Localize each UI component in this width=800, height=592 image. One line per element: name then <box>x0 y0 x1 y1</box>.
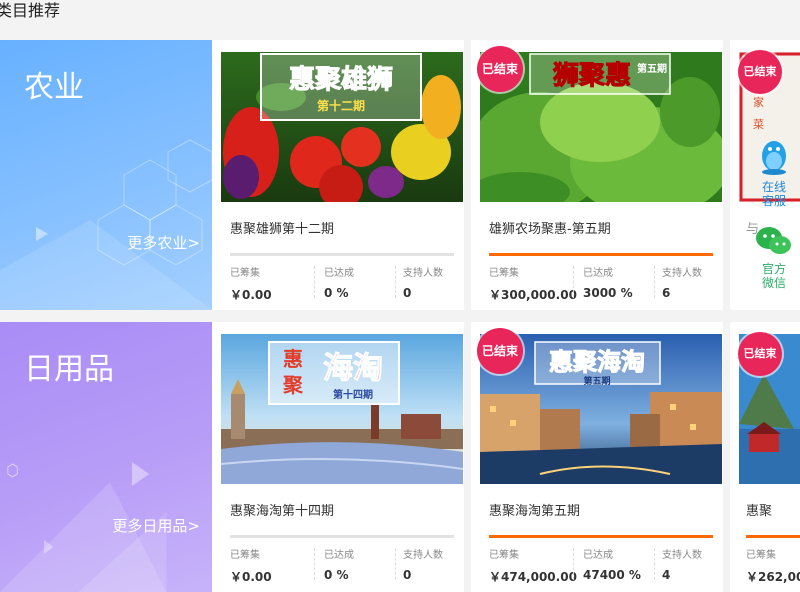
backers-label: 支持人数 <box>662 268 702 279</box>
reached-label: 已达成 <box>324 268 354 279</box>
category-panel-agriculture: 农业 更多农业> <box>0 40 212 310</box>
category-title: 日用品 <box>24 352 114 387</box>
project-stats: 已筹集 ￥0.00 已达成 0 % 支持人数 0 <box>230 546 460 586</box>
project-stats: 已筹集 ￥300,000.00 已达成 3000 % 支持人数 6 <box>489 264 719 304</box>
progress-bar <box>489 535 713 538</box>
category-panel-daily-goods: 日用品 更多日用品> <box>0 322 212 592</box>
reached-percent: 0 % <box>324 286 349 300</box>
reached-label: 已达成 <box>324 550 354 561</box>
svg-text:狮聚惠: 狮聚惠 <box>553 61 631 91</box>
ended-badge: 已结束 <box>477 328 523 374</box>
svg-text:家: 家 <box>753 95 764 109</box>
progress-bar <box>489 253 713 256</box>
svg-text:第十二期: 第十二期 <box>317 98 365 113</box>
project-stats: 已筹集 ￥262,00 <box>746 546 800 586</box>
svg-text:惠聚雄狮: 惠聚雄狮 <box>289 65 393 95</box>
category-section-daily-goods: 日用品 更多日用品> 惠 聚 海淘 第十四期 惠聚海淘第十四期 已筹集 ￥0.0… <box>0 322 800 592</box>
category-section-agriculture: 农业 更多农业> 惠聚雄狮 第十二期 惠聚雄狮第十二期 已筹集 ￥0.00 已达… <box>0 40 800 310</box>
project-card[interactable]: 惠聚海淘 第五期 已结束 惠聚海淘第五期 已筹集 ￥474,000.00 已达成 4… <box>471 322 723 592</box>
raised-amount: ￥300,000.00 <box>489 288 577 302</box>
category-title: 农业 <box>24 70 84 105</box>
backers-count: 6 <box>662 286 671 300</box>
backers-label: 支持人数 <box>403 268 443 279</box>
project-card[interactable]: 已结束 惠聚 已筹集 ￥262,00 <box>730 322 800 592</box>
progress-bar <box>230 535 454 538</box>
floating-service-panel: 在线客服 官方微信 <box>750 128 798 304</box>
ended-badge: 已结束 <box>738 332 782 376</box>
qq-penguin-icon <box>762 141 786 175</box>
raised-label: 已筹集 <box>489 268 519 279</box>
raised-label: 已筹集 <box>746 550 776 561</box>
official-wechat-label: 官方微信 <box>761 262 786 290</box>
raised-label: 已筹集 <box>489 550 519 561</box>
project-card[interactable]: 惠 聚 海淘 第十四期 惠聚海淘第十四期 已筹集 ￥0.00 已达成 0 % 支持人… <box>212 322 464 592</box>
online-service-label: 在线客服 <box>761 180 786 208</box>
backers-count: 0 <box>403 286 412 300</box>
project-image: 惠聚雄狮 第十二期 <box>221 52 463 202</box>
reached-percent: 47400 % <box>583 568 641 582</box>
more-daily-goods-link[interactable]: 更多日用品> <box>112 515 200 536</box>
progress-bar <box>230 253 454 256</box>
project-name[interactable]: 惠聚海淘第十四期 <box>230 500 334 519</box>
ended-badge: 已结束 <box>477 46 523 92</box>
backers-label: 支持人数 <box>662 550 702 561</box>
svg-text:惠聚海淘: 惠聚海淘 <box>549 348 645 376</box>
backers-label: 支持人数 <box>403 550 443 561</box>
svg-text:海淘: 海淘 <box>323 351 383 386</box>
raised-amount: ￥262,00 <box>746 570 800 584</box>
raised-amount: ￥0.00 <box>230 288 272 302</box>
project-name[interactable]: 惠聚 <box>746 500 772 519</box>
page-heading: 类目推荐 <box>0 1 61 20</box>
backers-count: 4 <box>662 568 671 582</box>
project-stats: 已筹集 ￥0.00 已达成 0 % 支持人数 0 <box>230 264 460 304</box>
project-card[interactable]: 狮聚惠 第五期 已结束 雄狮农场聚惠-第五期 已筹集 ￥300,000.00 已达… <box>471 40 723 310</box>
page-root: { "page": { "heading": "类目推荐" }, "sectio… <box>0 0 800 592</box>
reached-percent: 0 % <box>324 568 349 582</box>
reached-percent: 3000 % <box>583 286 633 300</box>
project-card[interactable]: 惠聚雄狮 第十二期 惠聚雄狮第十二期 已筹集 ￥0.00 已达成 0 % 支持人数 0 <box>212 40 464 310</box>
reached-label: 已达成 <box>583 268 613 279</box>
svg-text:聚: 聚 <box>282 373 304 397</box>
ended-badge: 已结束 <box>738 50 782 94</box>
raised-amount: ￥0.00 <box>230 570 272 584</box>
project-name[interactable]: 惠聚雄狮第十二期 <box>230 218 334 237</box>
svg-text:第十四期: 第十四期 <box>333 388 373 401</box>
online-service-button[interactable]: 在线客服 <box>750 136 798 208</box>
wechat-icon <box>756 227 791 254</box>
raised-label: 已筹集 <box>230 268 260 279</box>
svg-text:惠: 惠 <box>283 347 303 371</box>
official-wechat-button[interactable]: 官方微信 <box>750 224 798 290</box>
project-stats: 已筹集 ￥474,000.00 已达成 47400 % 支持人数 4 <box>489 546 719 586</box>
svg-text:第五期: 第五期 <box>583 375 610 387</box>
reached-label: 已达成 <box>583 550 613 561</box>
raised-label: 已筹集 <box>230 550 260 561</box>
backers-count: 0 <box>403 568 412 582</box>
more-agriculture-link[interactable]: 更多农业> <box>127 232 200 253</box>
raised-amount: ￥474,000.00 <box>489 570 577 584</box>
project-image: 惠 聚 海淘 第十四期 <box>221 334 463 484</box>
progress-bar <box>746 535 800 538</box>
project-name[interactable]: 惠聚海淘第五期 <box>489 500 580 519</box>
project-name[interactable]: 雄狮农场聚惠-第五期 <box>489 218 611 237</box>
svg-text:第五期: 第五期 <box>637 62 667 75</box>
